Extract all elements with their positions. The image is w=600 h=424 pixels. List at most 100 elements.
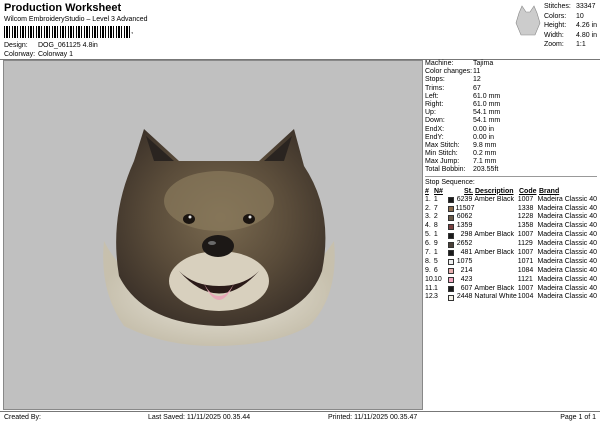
info-value: 11 bbox=[473, 68, 481, 76]
info-label: Min Stitch: bbox=[425, 150, 458, 158]
height-label: Height: bbox=[544, 22, 567, 29]
col-code: Code bbox=[519, 187, 537, 195]
design-preview-canvas[interactable] bbox=[3, 60, 423, 410]
row-needle: 1 bbox=[433, 231, 438, 239]
row-stitches: 214 bbox=[460, 266, 473, 274]
color-swatch bbox=[447, 213, 456, 222]
info-label: EndY: bbox=[425, 133, 444, 141]
info-value: 0.00 in bbox=[473, 133, 495, 141]
col-num: # bbox=[425, 187, 429, 195]
info-row: Color changes: 11 bbox=[425, 68, 597, 76]
row-num: 10. bbox=[425, 275, 435, 283]
row-brand: Madeira Classic 40 bbox=[537, 204, 598, 212]
info-label: Left: bbox=[425, 92, 439, 100]
row-brand: Madeira Classic 40 bbox=[537, 293, 597, 301]
row-code: 1007 bbox=[517, 231, 534, 239]
row-brand: Madeira Classic 40 bbox=[537, 195, 597, 203]
stop-sequence-row: 2. 7 11507 1338 Madeira Classic 40 bbox=[425, 205, 597, 214]
info-value: 61.0 mm bbox=[473, 92, 501, 100]
zoom-label: Zoom: bbox=[544, 41, 564, 48]
stop-sequence-row: 1. 1 6239 Amber Black 1007 Madeira Classic 40 bbox=[425, 196, 597, 205]
color-swatch bbox=[447, 205, 456, 214]
row-code: 1338 bbox=[517, 204, 534, 212]
width-label: Width: bbox=[544, 31, 564, 39]
row-description bbox=[474, 258, 517, 267]
row-needle: 10 bbox=[434, 275, 442, 283]
row-stitches: 1075 bbox=[456, 257, 473, 265]
last-saved: Last Saved: 11/11/2025 00.35.44 bbox=[148, 414, 251, 421]
col-swatch bbox=[448, 187, 456, 196]
row-brand: Madeira Classic 40 bbox=[537, 275, 597, 283]
row-description bbox=[474, 222, 517, 231]
stop-sequence-row: 11. 1 607 Amber Black 1007 Madeira Classic 40 bbox=[425, 285, 597, 294]
info-label: Trims: bbox=[425, 84, 445, 92]
info-value: 0.2 mm bbox=[473, 150, 497, 158]
row-num: 8. bbox=[425, 257, 431, 265]
color-swatch bbox=[447, 231, 456, 240]
row-stitches: 481 bbox=[460, 248, 473, 256]
row-num: 11. bbox=[425, 284, 435, 292]
row-needle: 1 bbox=[434, 284, 438, 292]
info-row: Up: 54.1 mm bbox=[425, 109, 597, 117]
row-needle: 8 bbox=[433, 222, 438, 230]
row-description bbox=[474, 213, 517, 222]
row-num: 5. bbox=[425, 231, 431, 239]
row-needle: 1 bbox=[433, 248, 438, 256]
row-brand: Madeira Classic 40 bbox=[537, 240, 597, 248]
info-row: EndY: 0.00 in bbox=[425, 134, 597, 142]
info-label: Up: bbox=[425, 109, 436, 117]
stitches-value: 33347 bbox=[576, 3, 596, 10]
row-description: Natural White bbox=[474, 293, 517, 301]
color-swatch bbox=[447, 258, 456, 267]
info-label: Color changes: bbox=[425, 68, 473, 76]
row-stitches: 1359 bbox=[456, 222, 473, 230]
row-needle: 2 bbox=[433, 213, 438, 221]
created-by: Created By: bbox=[4, 414, 41, 421]
col-needle: N# bbox=[434, 187, 443, 195]
info-value: 54.1 mm bbox=[473, 117, 501, 125]
info-value: 7.1 mm bbox=[473, 158, 497, 166]
design-stats: Stitches: 33347 Colors: 10 Height: 4.26 in … bbox=[544, 2, 598, 50]
info-value: 9.8 mm bbox=[473, 141, 497, 149]
width-value: 4.80 in bbox=[576, 31, 598, 39]
color-swatch bbox=[447, 285, 456, 294]
info-row: Left: 61.0 mm bbox=[425, 93, 597, 101]
info-row: Min Stitch: 0.2 mm bbox=[425, 150, 597, 158]
design-row: Design: DOG_061125 4.8in bbox=[4, 42, 98, 49]
row-brand: Madeira Classic 40 bbox=[537, 213, 597, 221]
row-description bbox=[475, 205, 518, 214]
stop-sequence-row: 3. 2 6062 1228 Madeira Classic 40 bbox=[425, 213, 597, 222]
info-row: Max Jump: 7.1 mm bbox=[425, 158, 597, 166]
row-code: 1007 bbox=[517, 248, 534, 256]
info-divider bbox=[425, 175, 597, 177]
row-description: Amber Black bbox=[474, 231, 515, 239]
barcode-suffix: , bbox=[131, 26, 134, 35]
row-num: 2. bbox=[425, 204, 431, 212]
height-value: 4.26 in bbox=[576, 22, 598, 29]
info-label: Max Stitch: bbox=[425, 141, 460, 149]
row-num: 1. bbox=[425, 195, 431, 203]
design-thumbnail-icon bbox=[515, 5, 541, 36]
row-description bbox=[474, 276, 517, 285]
info-row: Stops: 12 bbox=[425, 76, 597, 84]
info-label: Right: bbox=[425, 100, 444, 108]
row-needle: 5 bbox=[433, 257, 438, 265]
row-brand: Madeira Classic 40 bbox=[537, 266, 597, 274]
row-code: 1007 bbox=[517, 284, 534, 292]
row-code: 1071 bbox=[517, 257, 534, 265]
barcode bbox=[4, 26, 130, 38]
stop-sequence-row: 10. 10 423 1121 Madeira Classic 40 bbox=[425, 276, 597, 285]
stop-sequence-row: 4. 8 1359 1358 Madeira Classic 40 bbox=[425, 222, 597, 231]
row-num: 7. bbox=[425, 248, 431, 256]
row-needle: 3 bbox=[434, 293, 438, 301]
page-number: Page 1 of 1 bbox=[560, 414, 596, 421]
worksheet-title: Production Worksheet bbox=[4, 2, 122, 14]
row-description bbox=[474, 267, 517, 276]
footer: Created By: Last Saved: 11/11/2025 00.35… bbox=[0, 411, 600, 424]
info-row: Right: 61.0 mm bbox=[425, 101, 597, 109]
software-name: Wilcom EmbroideryStudio – Level 3 Advanc… bbox=[4, 16, 148, 23]
row-brand: Madeira Classic 40 bbox=[537, 222, 597, 230]
row-brand: Madeira Classic 40 bbox=[537, 284, 597, 292]
row-needle: 6 bbox=[433, 266, 438, 274]
row-code: 1129 bbox=[517, 240, 533, 248]
